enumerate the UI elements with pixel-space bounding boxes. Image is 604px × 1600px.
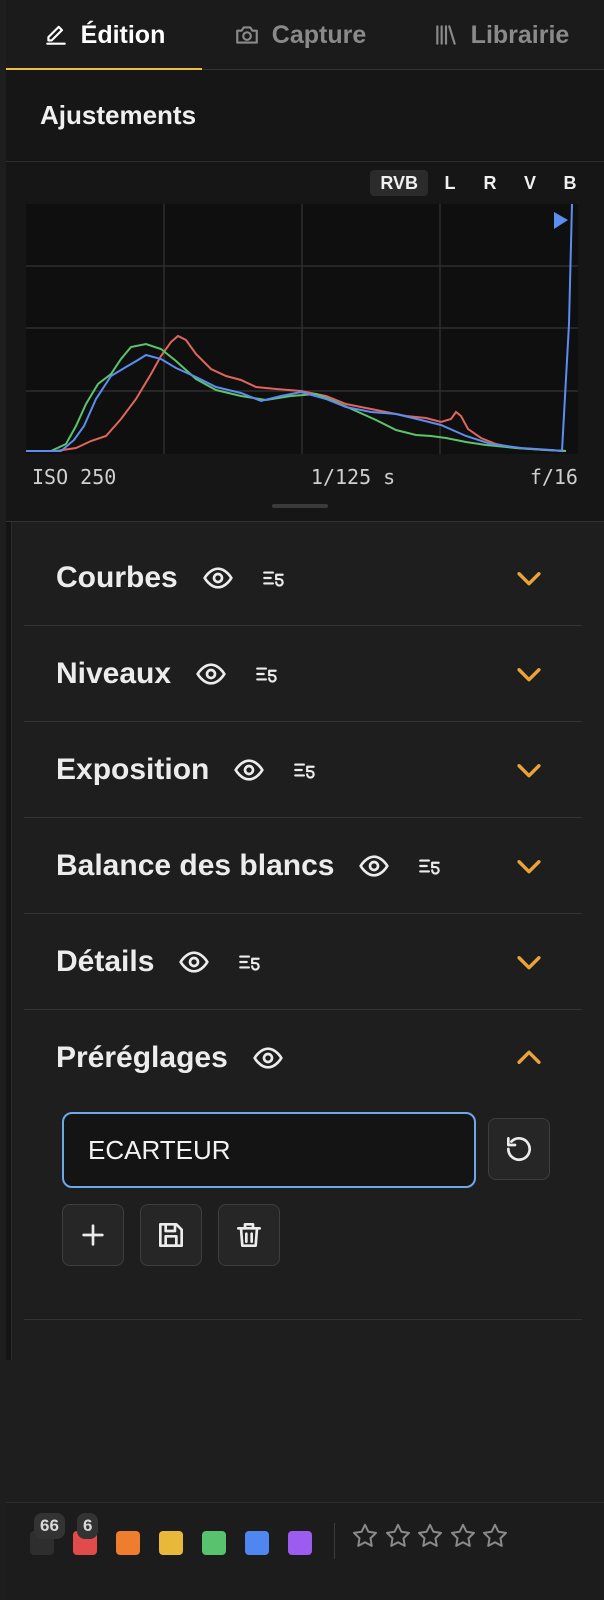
chevron-up-icon[interactable] [512,1041,546,1075]
exif-iso: ISO 250 [32,465,117,489]
chevron-down-icon[interactable] [512,561,546,595]
pencil-icon [45,25,66,45]
channel-b[interactable]: B [552,170,588,196]
presets-panel [24,1106,582,1320]
section-label: Niveaux [56,656,172,690]
camera-icon [235,26,258,44]
histogram-chart [26,204,578,454]
save-preset-button[interactable] [140,1204,202,1266]
tab-bar: Édition Capture Librairie [6,0,604,71]
add-preset-button[interactable] [62,1204,124,1266]
channel-l[interactable]: L [432,170,468,196]
divider [334,1523,335,1559]
star-icon[interactable] [350,1521,380,1551]
section-prereglages[interactable]: Préréglages [24,1010,582,1106]
star-icon[interactable] [415,1521,445,1551]
section-details[interactable]: Détails [24,914,582,1010]
exif-shutter: 1/125 s [310,465,396,489]
section-label: Courbes [56,560,178,594]
tab-edition[interactable]: Édition [6,0,202,71]
reset-list-icon[interactable] [258,562,290,594]
trash-icon [237,1223,261,1247]
color-label-count: 6 [77,1513,99,1539]
channel-selector: RVB L R V B [370,170,588,196]
reset-list-icon[interactable] [234,946,266,978]
section-label: Exposition [56,752,210,786]
section-label: Préréglages [56,1041,228,1074]
histogram-section: RVB L R V B ISO 250 1/125 s f/16 [6,162,604,522]
adjustments-panel: Édition Capture Librairie Ajustements RV… [6,0,604,1600]
channel-rvb[interactable]: RVB [370,170,428,196]
save-icon [159,1223,183,1247]
tab-edition-label: Édition [80,20,166,49]
footer-bar: 66 6 [6,1502,604,1600]
chevron-down-icon[interactable] [512,657,546,691]
star-icon[interactable] [383,1521,413,1551]
star-icon[interactable] [480,1521,510,1551]
channel-v[interactable]: V [512,170,548,196]
tab-capture[interactable]: Capture [202,0,398,70]
eye-icon[interactable] [202,562,234,594]
eye-icon[interactable] [178,946,210,978]
histogram [26,204,578,454]
resize-handle[interactable] [272,504,328,508]
tab-librairie-label: Librairie [470,20,570,49]
delete-preset-button[interactable] [218,1204,280,1266]
tab-capture-label: Capture [271,20,367,49]
section-label: Détails [56,944,155,978]
section-label: Balance des blancs [56,848,335,882]
color-label-count: 66 [34,1513,65,1539]
tab-librairie[interactable]: Librairie [398,0,604,70]
star-icon[interactable] [448,1521,478,1551]
section-courbes[interactable]: Courbes [24,530,582,626]
panel-header: Ajustements [6,70,604,162]
adjustment-sections: Courbes Niveaux Exposition Balance des b… [24,530,582,1106]
eye-icon[interactable] [233,754,265,786]
color-label-swatch[interactable] [245,1531,269,1555]
reset-list-icon[interactable] [414,850,446,882]
section-balance-des-blancs[interactable]: Balance des blancs [24,818,582,914]
panel-title: Ajustements [40,100,197,130]
chevron-down-icon[interactable] [512,849,546,883]
color-label-swatch[interactable] [288,1531,312,1555]
clipping-indicator-icon[interactable] [554,212,568,229]
reset-list-icon[interactable] [289,754,321,786]
library-icon [435,25,456,45]
eye-icon[interactable] [195,658,227,690]
exif-bar: ISO 250 1/125 s f/16 [32,465,578,489]
eye-icon[interactable] [252,1042,284,1074]
eye-icon[interactable] [358,850,390,882]
section-exposition[interactable]: Exposition [24,722,582,818]
reset-list-icon[interactable] [251,658,283,690]
plus-icon [82,1224,104,1246]
section-niveaux[interactable]: Niveaux [24,626,582,722]
reset-icon [507,1137,531,1161]
preset-name-input[interactable] [62,1112,476,1188]
exif-aperture: f/16 [529,465,578,489]
channel-r[interactable]: R [472,170,508,196]
chevron-down-icon[interactable] [512,945,546,979]
chevron-down-icon[interactable] [512,753,546,787]
color-label-swatch[interactable] [202,1531,226,1555]
reset-preset-button[interactable] [488,1118,550,1180]
color-label-swatch[interactable] [116,1531,140,1555]
color-label-swatch[interactable] [159,1531,183,1555]
